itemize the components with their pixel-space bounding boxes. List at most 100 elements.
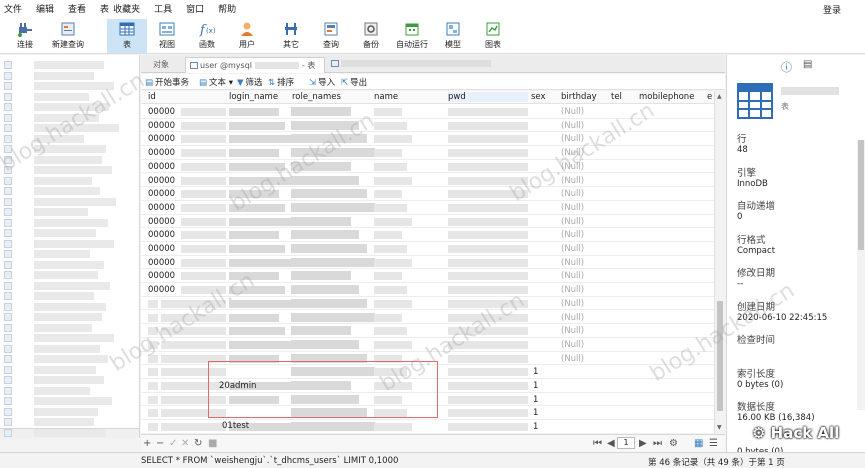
cell-id[interactable]: 00000 <box>148 148 175 158</box>
query-button[interactable]: 查询 <box>314 19 348 53</box>
cell-id[interactable]: 00000 <box>148 258 175 268</box>
cell-birthday-null[interactable]: (Null) <box>561 326 584 336</box>
user-button[interactable]: 用户 <box>230 19 264 53</box>
cell-sex[interactable]: 1 <box>533 367 538 377</box>
tab-objects[interactable]: 对象 <box>149 57 173 73</box>
table-row[interactable]: 00000 (Null) <box>141 283 714 297</box>
stop-icon[interactable]: ■ <box>208 438 217 449</box>
chart-button[interactable]: 图表 <box>476 19 510 53</box>
cell-birthday-null[interactable]: (Null) <box>561 176 584 186</box>
cell-birthday-null[interactable]: (Null) <box>561 258 584 268</box>
cell-id[interactable]: 00000 <box>148 162 175 172</box>
col-id[interactable]: id <box>148 92 156 102</box>
col-role-names[interactable]: role_names <box>292 92 341 102</box>
connection-tree[interactable] <box>0 55 140 438</box>
table-row[interactable]: 00000 (Null) <box>141 119 714 133</box>
table-row[interactable]: 00000 (Null) <box>141 215 714 229</box>
view-button[interactable]: 视图 <box>150 19 184 53</box>
menu-view[interactable]: 查看 <box>68 2 86 15</box>
table-button[interactable]: 表 <box>107 19 147 53</box>
panel-scrollbar[interactable] <box>857 140 865 410</box>
table-row[interactable]: 00000 (Null) <box>141 174 714 188</box>
cell-sex[interactable]: 1 <box>533 395 538 405</box>
cell-birthday-null[interactable]: (Null) <box>561 162 584 172</box>
cell-birthday-null[interactable]: (Null) <box>561 134 584 144</box>
table-row[interactable]: 00000 (Null) <box>141 256 714 270</box>
cell-login-name-test[interactable]: 01test <box>222 421 249 431</box>
menu-window[interactable]: 窗口 <box>186 2 204 15</box>
menu-help[interactable]: 帮助 <box>218 2 236 15</box>
cell-id[interactable]: 00000 <box>148 271 175 281</box>
cell-birthday-null[interactable]: (Null) <box>561 217 584 227</box>
form-view-icon[interactable]: ☰ <box>709 438 718 449</box>
cell-id[interactable]: 00000 <box>148 230 175 240</box>
table-row[interactable]: 00000 (Null) <box>141 242 714 256</box>
col-birthday[interactable]: birthday <box>561 92 597 102</box>
cell-birthday-null[interactable]: (Null) <box>561 121 584 131</box>
delete-row-icon[interactable]: − <box>156 438 164 449</box>
cell-id[interactable]: 00000 <box>148 244 175 254</box>
begin-transaction-button[interactable]: ▤ 开始事务 <box>145 76 189 88</box>
table-row[interactable]: 00000 (Null) <box>141 269 714 284</box>
info-icon[interactable]: ⓘ <box>781 59 792 75</box>
table-row[interactable]: (Null) <box>141 297 714 311</box>
filter-button[interactable]: ▼ 筛选 <box>237 76 263 88</box>
grid-view-icon[interactable]: ▦ <box>694 438 703 449</box>
table-row[interactable]: 00000 (Null) <box>141 187 714 201</box>
menu-edit[interactable]: 编辑 <box>36 2 54 15</box>
cell-id[interactable]: 00000 <box>148 134 175 144</box>
cell-id[interactable]: 00000 <box>148 176 175 186</box>
cell-birthday-null[interactable]: (Null) <box>561 107 584 117</box>
cell-birthday-null[interactable]: (Null) <box>561 299 584 309</box>
settings-icon[interactable]: ⚙ <box>669 438 678 449</box>
table-row[interactable]: 00000 (Null) <box>141 132 714 147</box>
menu-favorites[interactable]: 收藏夹 <box>113 2 140 15</box>
cell-id[interactable]: 00000 <box>148 121 175 131</box>
cell-birthday-null[interactable]: (Null) <box>561 340 584 350</box>
grid-vertical-scrollbar[interactable]: ▲ ▼ <box>714 91 725 433</box>
panel-scroll-thumb[interactable] <box>858 140 864 250</box>
table-row[interactable]: (Null) <box>141 324 714 338</box>
scroll-thumb[interactable] <box>717 301 723 411</box>
table-row[interactable]: 00000 (Null) <box>141 105 714 119</box>
refresh-icon[interactable]: ↻ <box>194 438 202 449</box>
tab-user-table[interactable]: user @mysql - 表 <box>185 57 325 73</box>
scroll-down-icon[interactable]: ▼ <box>717 424 722 431</box>
cell-id[interactable]: 00000 <box>148 285 175 295</box>
ddl-icon[interactable]: ▤ <box>803 59 812 70</box>
col-mobilephone[interactable]: mobilephone <box>639 92 694 102</box>
cell-sex[interactable]: 1 <box>533 408 538 418</box>
cell-id[interactable]: 00000 <box>148 189 175 199</box>
menu-table[interactable]: 表 <box>100 2 109 15</box>
cell-birthday-null[interactable]: (Null) <box>561 285 584 295</box>
table-row[interactable]: 00000 (Null) <box>141 160 714 174</box>
add-row-icon[interactable]: + <box>143 438 151 449</box>
col-login-name[interactable]: login_name <box>229 92 278 102</box>
col-email[interactable]: e <box>707 92 712 102</box>
auto-run-button[interactable]: 自动运行 <box>394 19 430 53</box>
table-row[interactable]: (Null) <box>141 338 714 352</box>
function-button[interactable]: f (x) 函数 <box>190 19 224 53</box>
import-button[interactable]: ⇲ 导入 <box>309 76 335 88</box>
cell-birthday-null[interactable]: (Null) <box>561 313 584 323</box>
cell-birthday-null[interactable]: (Null) <box>561 203 584 213</box>
last-page-icon[interactable]: ⏭ <box>653 438 662 449</box>
text-button[interactable]: ▤ 文本 ▾ <box>199 76 233 88</box>
backup-button[interactable]: 备份 <box>354 19 388 53</box>
scroll-up-icon[interactable]: ▲ <box>717 93 722 100</box>
first-page-icon[interactable]: ⏮ <box>593 438 602 449</box>
apply-icon[interactable]: ✓ <box>169 438 177 449</box>
model-button[interactable]: 模型 <box>436 19 470 53</box>
table-row[interactable]: 00000 (Null) <box>141 228 714 242</box>
cell-sex[interactable]: 1 <box>533 422 538 432</box>
export-button[interactable]: ⇱ 导出 <box>341 76 367 88</box>
prev-page-icon[interactable]: ◀ <box>607 438 615 449</box>
other-button[interactable]: 其它 <box>274 19 308 53</box>
table-row[interactable]: (Null) <box>141 311 714 325</box>
cell-birthday-null[interactable]: (Null) <box>561 271 584 281</box>
login-link[interactable]: 登录 <box>823 3 841 16</box>
page-number-input[interactable]: 1 <box>617 437 635 449</box>
cell-id[interactable]: 00000 <box>148 203 175 213</box>
cell-sex[interactable]: 1 <box>533 381 538 391</box>
menu-tools[interactable]: 工具 <box>154 2 172 15</box>
